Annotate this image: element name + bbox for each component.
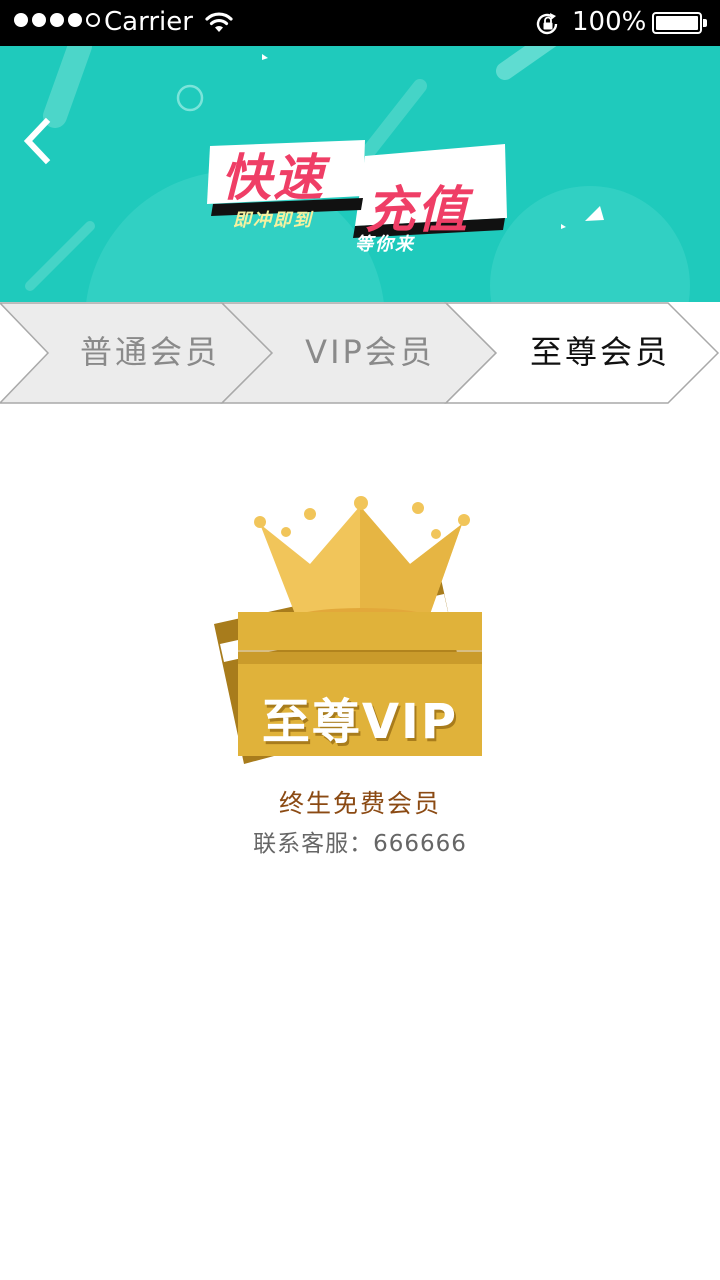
supreme-vip-badge: 至尊VIP <box>200 494 500 784</box>
signal-strength-icon <box>14 13 100 27</box>
tab-normal-member[interactable]: 普通会员 <box>55 302 245 402</box>
slogan-waiting: 等你来 <box>355 234 415 255</box>
chevron-left-icon <box>23 117 51 165</box>
card-text: 至尊VIP <box>261 694 459 750</box>
title-line1: 快速 <box>221 149 325 207</box>
membership-tabs: 普通会员 VIP会员 至尊会员 <box>0 302 720 404</box>
status-bar: Carrier 100% <box>0 0 720 46</box>
slogan-fast: 即冲即到 <box>233 210 313 231</box>
battery-percent: 100% <box>572 7 647 37</box>
membership-description: 终生免费会员 <box>278 789 441 818</box>
recharge-banner: 快速 充值 即冲即到 等你来 <box>0 46 720 302</box>
back-button[interactable] <box>18 116 58 166</box>
tab-vip-member[interactable]: VIP会员 <box>275 302 465 402</box>
wifi-icon <box>204 10 234 38</box>
rotation-lock-icon <box>534 10 562 42</box>
customer-service-contact: 联系客服：666666 <box>253 831 467 857</box>
banner-title: 快速 充值 即冲即到 等你来 <box>205 126 515 296</box>
battery-icon <box>652 12 707 34</box>
tab-supreme-member[interactable]: 至尊会员 <box>505 302 695 402</box>
carrier-label: Carrier <box>104 7 193 37</box>
